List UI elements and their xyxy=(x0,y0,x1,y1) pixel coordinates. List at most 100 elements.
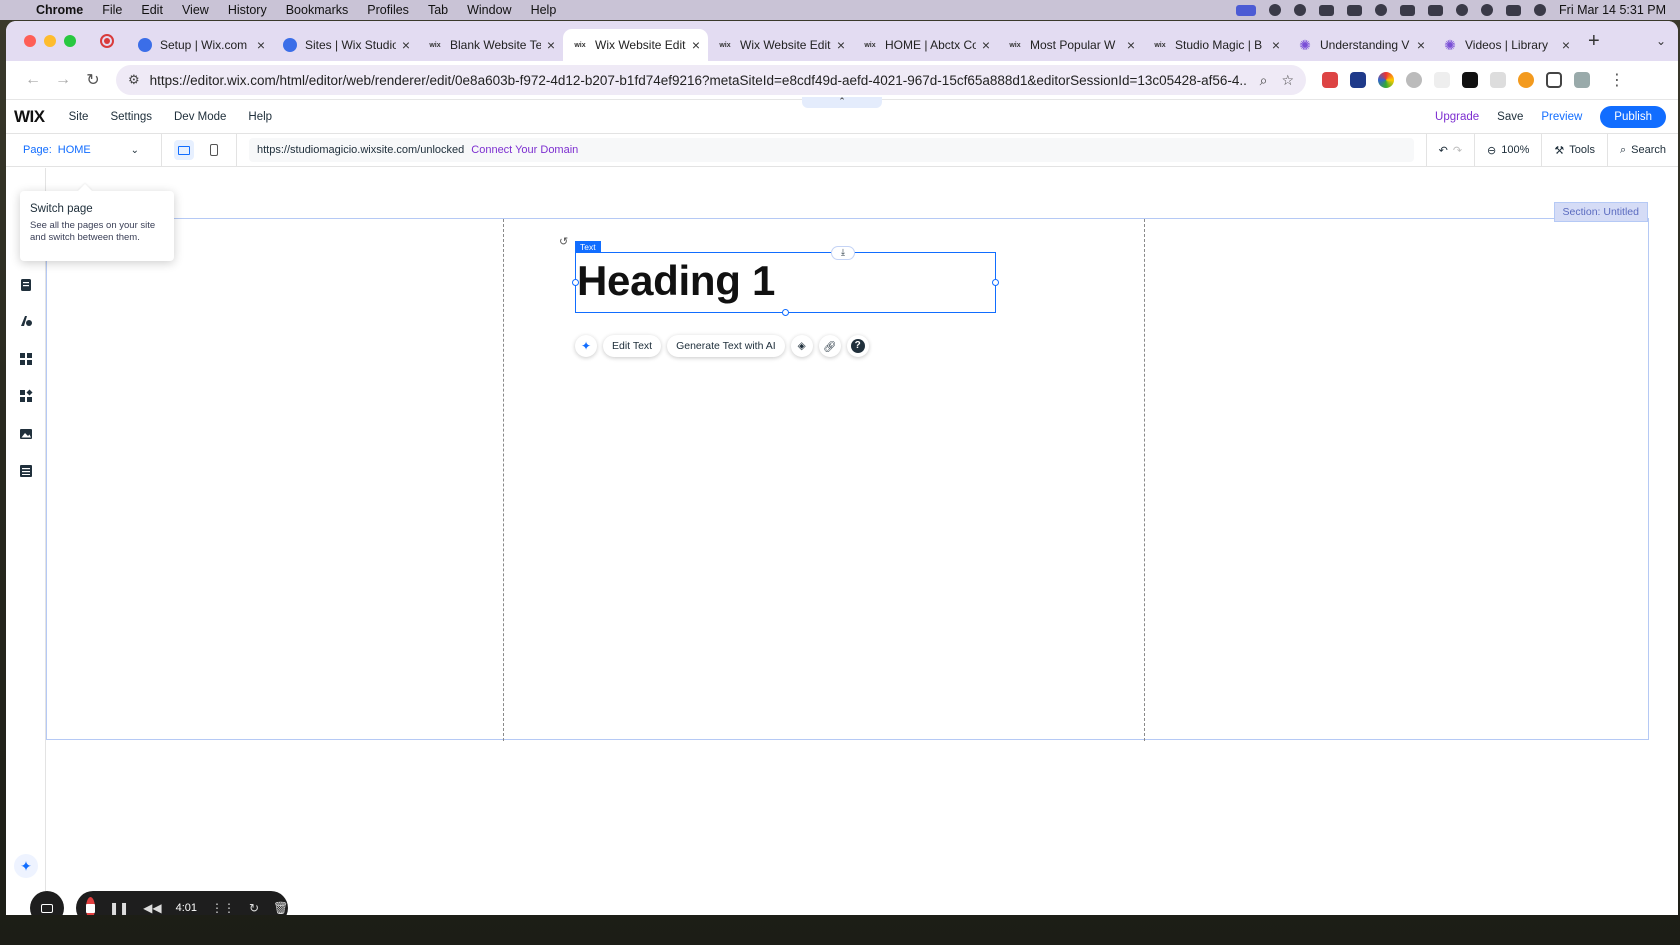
maximize-window-button[interactable] xyxy=(64,35,76,47)
extension-color-icon[interactable] xyxy=(1378,72,1394,88)
animation-button[interactable]: ◈ xyxy=(790,335,813,357)
trash-icon[interactable]: 🗑︎ xyxy=(273,901,288,915)
close-tab-icon[interactable]: × xyxy=(837,37,845,53)
edit-text-button[interactable]: Edit Text xyxy=(603,335,662,357)
profile-avatar-icon[interactable] xyxy=(1574,72,1590,88)
section-untitled[interactable]: Section: Untitled ↺ Text ⤓ Heading 1 ✦ E… xyxy=(46,202,1649,741)
menu-settings[interactable]: Settings xyxy=(110,111,152,123)
extension-black-icon[interactable] xyxy=(1462,72,1478,88)
close-tab-icon[interactable]: × xyxy=(692,37,700,53)
screen-share-icon[interactable] xyxy=(1236,4,1257,16)
zoom-app-icon[interactable] xyxy=(1269,4,1282,16)
close-tab-icon[interactable]: × xyxy=(982,37,990,53)
extension-grey-icon[interactable] xyxy=(1406,72,1422,88)
heading-text-element[interactable]: Text ⤓ Heading 1 xyxy=(572,241,999,316)
address-bar[interactable]: ⚙ https://editor.wix.com/html/editor/web… xyxy=(116,65,1306,95)
grid-icon[interactable]: ⋮⋮ xyxy=(211,901,235,915)
browser-tab[interactable]: wix Wix Website Edit × xyxy=(708,29,853,61)
upgrade-button[interactable]: Upgrade xyxy=(1435,111,1479,123)
extension-blank-icon[interactable] xyxy=(1434,72,1450,88)
drag-handle-icon[interactable]: ⤓ xyxy=(831,246,855,260)
menu-edit[interactable]: Edit xyxy=(141,3,163,17)
menu-help[interactable]: Help xyxy=(531,3,557,17)
desktop-view-button[interactable] xyxy=(174,140,194,160)
extension-blue-icon[interactable] xyxy=(1350,72,1366,88)
menu-dev-mode[interactable]: Dev Mode xyxy=(174,111,226,123)
close-tab-icon[interactable]: × xyxy=(1562,37,1570,53)
extensions-puzzle-icon[interactable] xyxy=(1546,72,1562,88)
browser-tab[interactable]: Sites | Wix Studio × xyxy=(273,29,418,61)
search-button[interactable]: ⌕ Search xyxy=(1606,134,1678,166)
resize-handle-left[interactable] xyxy=(572,279,579,286)
section-label[interactable]: Section: Untitled xyxy=(1553,202,1648,222)
reload-icon[interactable]: ↻ xyxy=(78,70,108,90)
browser-tab[interactable]: ✺ Understanding V × xyxy=(1288,29,1433,61)
design-theme-icon[interactable] xyxy=(19,314,33,328)
site-url[interactable]: https://studiomagicio.wixsite.com/unlock… xyxy=(257,144,464,156)
sync-icon[interactable] xyxy=(1347,4,1363,16)
page-selector[interactable]: Page: HOME ⌄ xyxy=(6,134,162,166)
stop-recording-button[interactable] xyxy=(86,897,95,915)
extension-red-icon[interactable] xyxy=(1322,72,1338,88)
close-tab-icon[interactable]: × xyxy=(547,37,555,53)
media-icon[interactable] xyxy=(19,427,33,441)
browser-tab[interactable]: wix Studio Magic | B × xyxy=(1143,29,1288,61)
extension-orange-icon[interactable] xyxy=(1518,72,1534,88)
pause-icon[interactable]: ❚❚ xyxy=(109,901,129,915)
wix-logo[interactable]: WIX xyxy=(14,107,45,127)
menu-file[interactable]: File xyxy=(102,3,122,17)
close-tab-icon[interactable]: × xyxy=(1417,37,1425,53)
cms-icon[interactable] xyxy=(19,464,33,478)
pages-icon[interactable] xyxy=(19,278,33,292)
collapse-topbar-chevron-icon[interactable]: ⌃ xyxy=(802,97,882,108)
browser-menu-icon[interactable]: ⋮ xyxy=(1602,70,1632,90)
resize-handle-right[interactable] xyxy=(992,279,999,286)
zoom-magnifier-icon[interactable]: ⌕ xyxy=(1260,72,1268,89)
menu-help-editor[interactable]: Help xyxy=(248,111,272,123)
menu-site[interactable]: Site xyxy=(69,111,89,123)
editor-canvas[interactable]: Section: Untitled ↺ Text ⤓ Heading 1 ✦ E… xyxy=(46,168,1678,915)
browser-tab[interactable]: wix Blank Website Te × xyxy=(418,29,563,61)
menubar-clock[interactable]: Fri Mar 14 5:31 PM xyxy=(1559,3,1666,17)
menu-app-name[interactable]: Chrome xyxy=(36,3,83,17)
zoom-button[interactable]: ⊖ 100% xyxy=(1474,134,1541,166)
close-tab-icon[interactable]: × xyxy=(1272,37,1280,53)
new-tab-icon[interactable]: + xyxy=(1588,30,1600,53)
battery-icon[interactable] xyxy=(1428,4,1444,16)
ai-sparkle-button[interactable]: ✦ xyxy=(575,335,597,357)
restart-icon[interactable]: ↻ xyxy=(249,901,259,915)
tab-search-chevron-icon[interactable]: ⌄ xyxy=(1656,34,1666,48)
vpn-icon[interactable] xyxy=(1375,4,1388,16)
tools-button[interactable]: ⚒ Tools xyxy=(1541,134,1607,166)
extension-text-icon[interactable] xyxy=(1490,72,1506,88)
resize-handle-bottom[interactable] xyxy=(782,309,789,316)
close-tab-icon[interactable]: × xyxy=(257,37,265,53)
control-center-icon[interactable] xyxy=(1506,4,1522,16)
drive-icon[interactable] xyxy=(1319,4,1335,16)
add-elements-icon[interactable] xyxy=(19,352,33,366)
heading-text[interactable]: Heading 1 xyxy=(577,257,775,305)
recording-indicator-icon[interactable] xyxy=(100,34,114,48)
menu-tab[interactable]: Tab xyxy=(428,3,448,17)
menu-profiles[interactable]: Profiles xyxy=(367,3,409,17)
spotlight-icon[interactable] xyxy=(1481,4,1494,16)
site-settings-icon[interactable]: ⚙ xyxy=(128,72,140,88)
siri-icon[interactable] xyxy=(1534,4,1547,16)
chrome-tray-icon[interactable] xyxy=(1294,4,1307,16)
browser-tab[interactable]: wix HOME | Abctx Co × xyxy=(853,29,998,61)
calendar-tray-icon[interactable] xyxy=(1400,4,1416,16)
help-button[interactable]: ? xyxy=(846,335,869,357)
ai-assistant-icon[interactable]: ✦ xyxy=(14,854,38,878)
publish-button[interactable]: Publish xyxy=(1600,105,1666,128)
close-tab-icon[interactable]: × xyxy=(402,37,410,53)
address-url[interactable]: https://editor.wix.com/html/editor/web/r… xyxy=(150,73,1246,88)
menu-history[interactable]: History xyxy=(228,3,267,17)
bookmark-star-icon[interactable]: ☆ xyxy=(1281,72,1294,89)
browser-tab-active[interactable]: wix Wix Website Edit × xyxy=(563,29,708,61)
redo-icon[interactable]: ↷ xyxy=(1453,144,1462,157)
rotate-icon[interactable]: ↺ xyxy=(559,235,568,248)
menu-view[interactable]: View xyxy=(182,3,209,17)
forward-arrow-icon[interactable]: → xyxy=(48,71,78,89)
mobile-view-button[interactable] xyxy=(204,140,224,160)
link-button[interactable]: 🔗︎ xyxy=(818,335,841,357)
